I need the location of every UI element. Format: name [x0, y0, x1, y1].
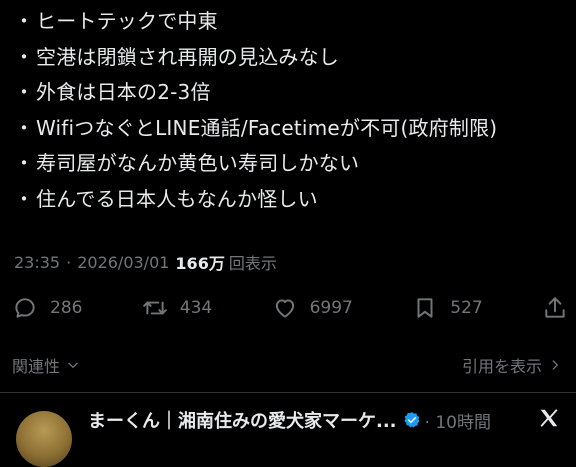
bookmark-count: 527: [450, 298, 483, 318]
bullet-line: ・外食は日本の2-3倍: [14, 73, 570, 109]
action-bar: 286 434 6997 527: [12, 290, 568, 326]
reply-time[interactable]: · 10時間: [425, 408, 491, 433]
sort-relevance-button[interactable]: 関連性: [12, 353, 80, 377]
view-quotes-link[interactable]: 引用を表示: [462, 353, 562, 377]
tweet-date[interactable]: 2026/03/01: [77, 253, 169, 272]
bullet-marker: ・: [14, 186, 35, 211]
bullet-line: ・ WifiつなぐとLINE通話/Facetimeが不可(政府制限): [14, 109, 570, 145]
view-quotes-label: 引用を表示: [461, 357, 542, 376]
bookmark-button[interactable]: 527: [412, 295, 483, 321]
retweet-button[interactable]: 434: [142, 295, 212, 321]
bullet-text: 住んでる日本人もなんか怪しい: [36, 186, 318, 211]
bullet-marker: ・: [14, 9, 35, 34]
reply-tweet[interactable]: まーくん｜湘南住みの愛犬家マーケ... · 10時間: [0, 393, 576, 467]
bullet-text: ヒートテックで中東: [36, 9, 218, 34]
bullet-line: ・住んでる日本人もなんか怪しい: [14, 180, 570, 216]
bullet-text: 寿司屋がなんか黄色い寿司しかない: [36, 151, 360, 176]
chevron-right-icon: [552, 360, 558, 370]
x-logo-icon: [540, 409, 558, 427]
bullet-line: ・寿司屋がなんか黄色い寿司しかない: [14, 144, 570, 180]
share-button[interactable]: [542, 295, 568, 321]
bullet-text: WifiつなぐとLINE通話/Facetimeが不可(政府制限): [36, 115, 498, 140]
bullet-text: 空港は閉鎖され再開の見込みなし: [36, 44, 339, 69]
bullet-line: ・ヒートテックで中東: [14, 2, 570, 38]
avatar[interactable]: [16, 411, 72, 467]
verified-badge-icon: [404, 412, 420, 428]
views-label[interactable]: 回表示: [229, 250, 277, 274]
bullet-text: 外食は日本の2-3倍: [36, 80, 211, 105]
retweet-count: 434: [179, 298, 213, 318]
reply-header: まーくん｜湘南住みの愛犬家マーケ... · 10時間: [88, 407, 562, 433]
bullet-marker: ・: [14, 151, 35, 176]
tweet-meta: 23:35 · 2026/03/01 166万 回表示: [14, 249, 277, 275]
tweet-body: ・ヒートテックで中東 ・空港は閉鎖され再開の見込みなし ・外食は日本の2-3倍 …: [14, 2, 570, 215]
bullet-marker: ・: [14, 80, 35, 105]
views-count[interactable]: 166万: [175, 250, 224, 274]
like-button[interactable]: 6997: [272, 295, 353, 321]
reply-icon: [15, 298, 35, 318]
bookmark-icon: [417, 298, 433, 318]
meta-separator: ·: [66, 252, 72, 272]
bullet-line: ・空港は閉鎖され再開の見込みなし: [14, 38, 570, 74]
like-count: 6997: [309, 298, 353, 318]
heart-icon: [275, 299, 294, 318]
reply-button[interactable]: 286: [12, 295, 82, 321]
reply-count: 286: [50, 298, 83, 318]
tweet-time[interactable]: 23:35: [14, 253, 60, 272]
retweet-icon: [142, 301, 167, 315]
bullet-marker: ・: [14, 44, 35, 69]
reply-controls: 関連性 引用を表示: [12, 352, 562, 378]
bullet-marker: ・: [14, 115, 35, 140]
sort-label: 関連性: [12, 357, 61, 376]
reply-author-name[interactable]: まーくん｜湘南住みの愛犬家マーケ...: [88, 407, 397, 433]
chevron-down-icon: [68, 362, 78, 368]
share-icon: [545, 297, 565, 318]
